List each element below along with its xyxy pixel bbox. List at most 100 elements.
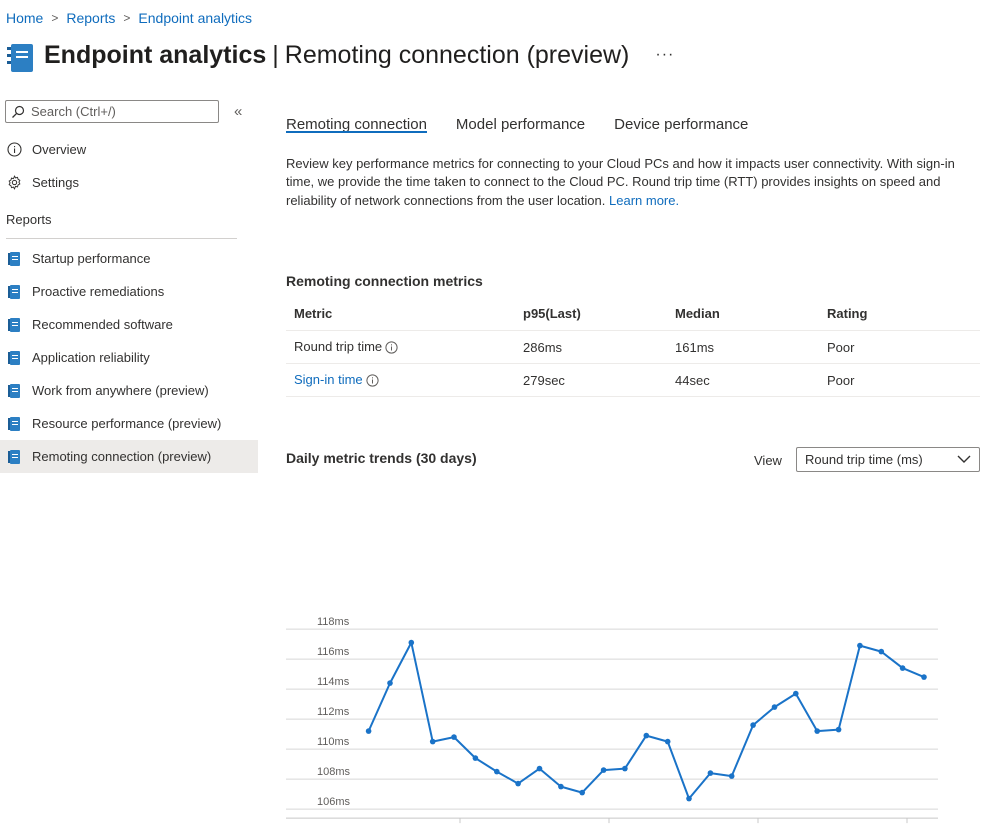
metrics-table: Metric p95(Last) Median Rating Round tri… [286, 297, 980, 397]
y-tick-label: 116ms [317, 646, 350, 658]
data-point [472, 755, 479, 761]
breadcrumb-endpoint-analytics[interactable]: Endpoint analytics [138, 10, 252, 26]
data-point [750, 722, 756, 728]
info-icon[interactable] [385, 340, 398, 354]
tab-remoting-connection[interactable]: Remoting connection [286, 100, 427, 133]
page-header: Endpoint analytics | Remoting connection (… [6, 36, 674, 74]
daily-trend-chart: 118ms 116ms 114ms 112ms 110ms 108ms 106ms [286, 616, 938, 824]
data-point [558, 783, 564, 790]
metric-cell: Round trip time [286, 330, 515, 364]
sidebar-item-recommended-software[interactable]: Recommended software [0, 308, 258, 341]
description: Review key performance metrics for conne… [286, 156, 955, 208]
search-icon [11, 105, 25, 119]
main-content: Remoting connection Model performance De… [286, 100, 986, 824]
search-input[interactable] [31, 104, 201, 119]
view-label: View [754, 453, 782, 468]
data-point [579, 789, 585, 796]
book-icon [6, 449, 22, 465]
data-point [857, 642, 863, 649]
p95-cell: 279sec [515, 363, 667, 397]
table-row: Round trip time 286ms 161ms Poor [286, 330, 980, 364]
view-dropdown-value: Round trip time (ms) [805, 452, 923, 467]
gear-icon [6, 175, 22, 191]
tab-device-performance[interactable]: Device performance [614, 100, 748, 133]
data-point [429, 738, 436, 745]
data-point [494, 768, 500, 775]
data-point [728, 773, 735, 779]
sidebar: « Overview Settings Reports Startup perf… [0, 100, 258, 473]
data-point [600, 767, 607, 773]
column-header: p95(Last) [515, 297, 667, 331]
trends-title: Daily metric trends (30 days) [286, 450, 477, 466]
sidebar-item-settings[interactable]: Settings [0, 166, 258, 199]
data-point [408, 639, 415, 646]
book-icon [6, 383, 22, 399]
book-icon [6, 350, 22, 366]
sidebar-item-application-reliability[interactable]: Application reliability [0, 341, 258, 374]
sidebar-item-startup-performance[interactable]: Startup performance [0, 242, 258, 275]
sidebar-item-resource-performance[interactable]: Resource performance (preview) [0, 407, 258, 440]
y-tick-label: 106ms [317, 796, 351, 808]
p95-cell: 286ms [515, 330, 667, 364]
column-header: Metric [286, 297, 515, 331]
column-header: Rating [819, 297, 980, 331]
data-point [771, 704, 778, 710]
table-header-row: Metric p95(Last) Median Rating [286, 297, 980, 331]
book-icon [6, 416, 22, 432]
column-header: Median [667, 297, 819, 331]
data-point [515, 780, 521, 787]
data-point [451, 734, 457, 740]
y-tick-label: 112ms [317, 706, 350, 718]
search-box[interactable] [5, 100, 219, 123]
book-icon [6, 42, 34, 74]
series-line [367, 641, 925, 800]
page-title: Endpoint analytics | Remoting connection (… [44, 40, 630, 69]
sidebar-item-remoting-connection[interactable]: Remoting connection (preview) [0, 440, 258, 473]
tab-model-performance[interactable]: Model performance [456, 100, 585, 133]
data-point [664, 738, 671, 745]
data-point [707, 770, 714, 776]
info-icon[interactable] [366, 373, 379, 387]
data-point [878, 648, 885, 655]
sign-in-time-link[interactable]: Sign-in time [294, 372, 363, 387]
breadcrumb-home[interactable]: Home [6, 10, 43, 26]
data-point [643, 732, 650, 739]
table-row: Sign-in time 279sec 44sec Poor [286, 363, 980, 397]
collapse-sidebar-button[interactable]: « [234, 103, 242, 120]
chevron-right-icon: > [123, 11, 131, 25]
data-point [921, 674, 927, 680]
sidebar-item-overview[interactable]: Overview [0, 133, 258, 166]
view-dropdown[interactable]: Round trip time (ms) [796, 447, 980, 472]
data-point [536, 765, 543, 772]
chevron-down-icon [957, 452, 971, 467]
sidebar-item-proactive-remediations[interactable]: Proactive remediations [0, 275, 258, 308]
sidebar-item-work-from-anywhere[interactable]: Work from anywhere (preview) [0, 374, 258, 407]
median-cell: 161ms [667, 330, 819, 364]
data-point [899, 665, 906, 671]
tab-bar: Remoting connection Model performance De… [286, 100, 986, 142]
data-point [365, 728, 372, 734]
y-tick-label: 118ms [317, 616, 350, 628]
breadcrumb-reports[interactable]: Reports [66, 10, 115, 26]
data-point [686, 795, 692, 802]
data-point [387, 680, 393, 686]
info-icon [6, 142, 22, 158]
reports-section-heading: Reports [6, 212, 52, 227]
y-tick-label: 114ms [317, 676, 350, 688]
data-point [793, 690, 799, 697]
rating-cell: Poor [819, 363, 980, 397]
median-cell: 44sec [667, 363, 819, 397]
more-options-button[interactable]: ··· [655, 46, 674, 64]
chevron-right-icon: > [51, 11, 59, 25]
breadcrumb: Home > Reports > Endpoint analytics [6, 10, 252, 26]
book-icon [6, 317, 22, 333]
book-icon [6, 251, 22, 267]
y-tick-label: 110ms [317, 736, 350, 748]
metrics-title: Remoting connection metrics [286, 273, 483, 289]
book-icon [6, 284, 22, 300]
y-tick-label: 108ms [317, 766, 351, 778]
rating-cell: Poor [819, 330, 980, 364]
learn-more-link[interactable]: Learn more. [609, 193, 679, 208]
metric-cell: Sign-in time [286, 363, 515, 397]
data-point [622, 765, 628, 772]
